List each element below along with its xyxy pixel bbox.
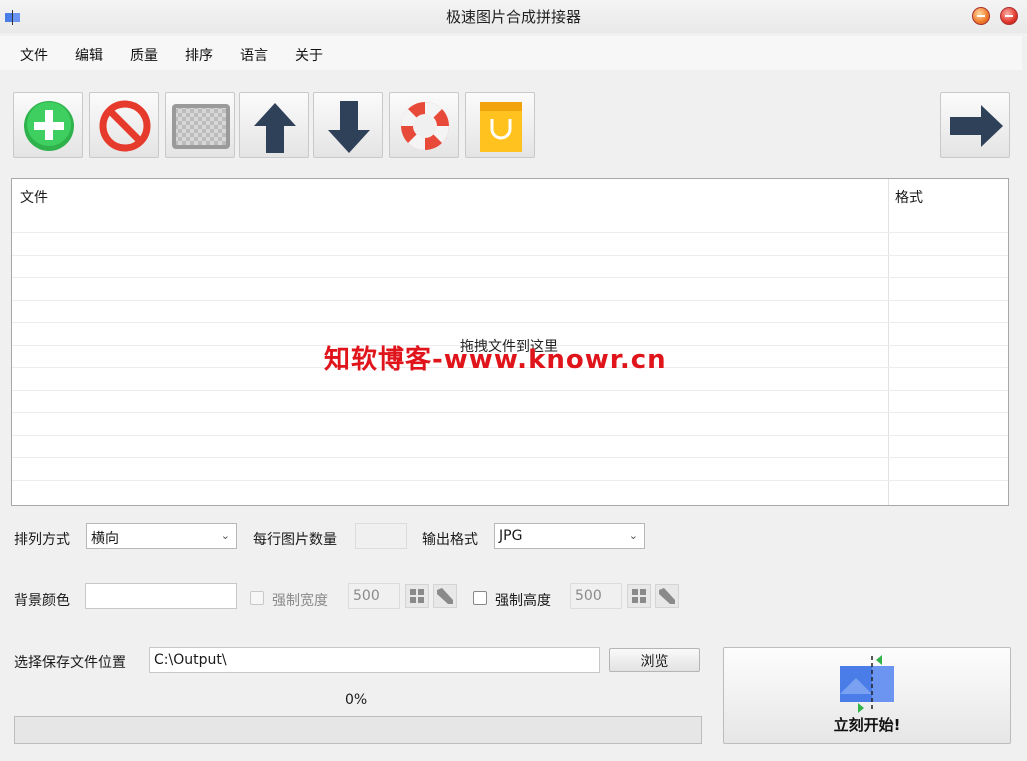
force-width-label: 强制宽度 [272,593,328,609]
row-divider [12,435,1008,436]
menu-bar: 文件 编辑 质量 排序 语言 关于 [0,36,1022,70]
height-grid-button[interactable] [627,584,651,608]
menu-edit[interactable]: 编辑 [75,45,103,65]
browse-button[interactable]: 浏览 [609,648,700,672]
output-format-value: JPG [499,528,523,544]
plus-circle-icon [24,101,74,151]
per-row-field[interactable] [355,523,407,549]
menu-language[interactable]: 语言 [240,45,268,65]
save-location-label: 选择保存文件位置 [14,655,126,671]
menu-file[interactable]: 文件 [20,45,48,65]
background-color-label: 背景颜色 [14,593,70,609]
arrange-value: 横向 [91,531,119,547]
grid-icon [410,589,424,603]
lifebuoy-icon [400,101,450,151]
row-divider [12,277,1008,278]
background-color-field[interactable] [85,583,237,609]
shopping-bag-icon [480,102,522,152]
remove-button[interactable] [89,92,159,158]
force-height-input[interactable]: 500 [570,583,622,609]
minimize-icon [977,15,985,17]
arrow-right-icon [950,105,1003,147]
menu-about[interactable]: 关于 [295,45,323,65]
close-icon [1005,15,1013,17]
row-divider [12,322,1008,323]
window-title: 极速图片合成拼接器 [445,8,581,26]
width-grid-button[interactable] [405,584,429,608]
shop-button[interactable] [465,92,535,158]
save-path-input[interactable]: C:\Output\ [149,647,600,673]
start-button[interactable]: 立刻开始! [723,647,1011,744]
arrow-up-icon [254,103,296,153]
row-divider [12,390,1008,391]
menu-sort[interactable]: 排序 [185,45,213,65]
title-bar: 极速图片合成拼接器 [0,0,1027,33]
menu-quality[interactable]: 质量 [130,45,158,65]
arrange-label: 排列方式 [14,532,70,548]
clear-button[interactable] [165,92,235,158]
row-divider [12,412,1008,413]
column-format[interactable]: 格式 [895,187,923,207]
diagonal-icon [659,588,675,604]
checkerboard-icon [172,104,230,149]
move-up-button[interactable] [239,92,309,158]
chevron-down-icon: ⌄ [628,529,638,542]
height-ratio-button[interactable] [655,584,679,608]
row-divider [12,457,1008,458]
chevron-down-icon: ⌄ [220,529,230,542]
diagonal-icon [437,588,453,604]
start-label: 立刻开始! [833,716,901,734]
prohibited-icon [99,100,151,152]
column-file[interactable]: 文件 [20,187,48,207]
file-list[interactable]: 文件 格式 拖拽文件到这里 知软博客-www.knowr.cn [11,178,1009,506]
force-height-checkbox[interactable] [473,591,487,605]
force-height-label: 强制高度 [495,593,551,609]
grid-icon [632,589,646,603]
add-button[interactable] [13,92,83,158]
output-format-label: 输出格式 [422,532,478,548]
row-divider [12,480,1008,481]
minimize-button[interactable] [972,7,990,25]
width-ratio-button[interactable] [433,584,457,608]
arrange-select[interactable]: 横向 ⌄ [86,523,237,549]
row-divider [12,232,1008,233]
next-button[interactable] [940,92,1010,158]
move-down-button[interactable] [313,92,383,158]
output-format-select[interactable]: JPG ⌄ [494,523,645,549]
help-button[interactable] [389,92,459,158]
arrow-down-icon [328,101,370,153]
row-divider [12,255,1008,256]
force-width-checkbox[interactable] [250,591,264,605]
merge-images-icon [840,655,894,713]
per-row-label: 每行图片数量 [253,532,337,548]
watermark-text: 知软博客-www.knowr.cn [324,345,667,375]
progress-percent: 0% [345,692,368,708]
close-button[interactable] [1000,7,1018,25]
row-divider [12,300,1008,301]
progress-bar [14,716,702,744]
force-width-input[interactable]: 500 [348,583,400,609]
